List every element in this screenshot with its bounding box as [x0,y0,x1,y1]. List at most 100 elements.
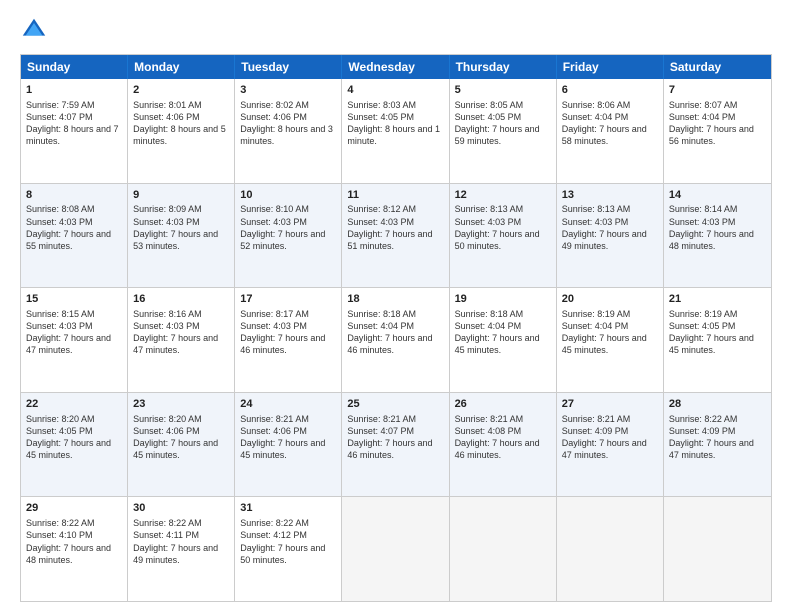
day-cell-14: 14Sunrise: 8:14 AMSunset: 4:03 PMDayligh… [664,184,771,288]
day-info: Daylight: 7 hours and 46 minutes. [455,437,551,461]
day-cell-30: 30Sunrise: 8:22 AMSunset: 4:11 PMDayligh… [128,497,235,601]
day-info: Daylight: 7 hours and 50 minutes. [240,542,336,566]
day-number: 7 [669,83,766,98]
day-info: Daylight: 7 hours and 48 minutes. [26,542,122,566]
day-cell-20: 20Sunrise: 8:19 AMSunset: 4:04 PMDayligh… [557,288,664,392]
day-number: 28 [669,397,766,412]
day-cell-5: 5Sunrise: 8:05 AMSunset: 4:05 PMDaylight… [450,79,557,183]
col-header-sunday: Sunday [21,55,128,79]
day-info: Sunrise: 8:19 AM [562,308,658,320]
day-info: Sunrise: 8:21 AM [240,413,336,425]
day-cell-22: 22Sunrise: 8:20 AMSunset: 4:05 PMDayligh… [21,393,128,497]
day-info: Sunset: 4:03 PM [133,216,229,228]
day-info: Sunrise: 8:16 AM [133,308,229,320]
day-info: Daylight: 7 hours and 45 minutes. [133,437,229,461]
day-info: Sunset: 4:04 PM [562,320,658,332]
logo-icon [20,16,48,44]
day-cell-21: 21Sunrise: 8:19 AMSunset: 4:05 PMDayligh… [664,288,771,392]
day-info: Daylight: 7 hours and 47 minutes. [26,332,122,356]
day-number: 17 [240,292,336,307]
day-info: Daylight: 7 hours and 47 minutes. [669,437,766,461]
day-info: Daylight: 8 hours and 1 minute. [347,123,443,147]
day-info: Sunset: 4:04 PM [669,111,766,123]
day-info: Sunset: 4:03 PM [26,216,122,228]
day-number: 23 [133,397,229,412]
col-header-saturday: Saturday [664,55,771,79]
day-info: Sunset: 4:03 PM [240,216,336,228]
day-number: 26 [455,397,551,412]
week-row-4: 29Sunrise: 8:22 AMSunset: 4:10 PMDayligh… [21,497,771,601]
empty-cell [450,497,557,601]
day-info: Sunset: 4:12 PM [240,529,336,541]
day-info: Daylight: 7 hours and 59 minutes. [455,123,551,147]
day-info: Sunrise: 8:14 AM [669,203,766,215]
day-info: Sunset: 4:05 PM [347,111,443,123]
day-cell-8: 8Sunrise: 8:08 AMSunset: 4:03 PMDaylight… [21,184,128,288]
day-info: Sunrise: 8:13 AM [562,203,658,215]
day-info: Daylight: 8 hours and 5 minutes. [133,123,229,147]
day-info: Daylight: 7 hours and 51 minutes. [347,228,443,252]
day-info: Sunset: 4:06 PM [133,425,229,437]
day-info: Daylight: 7 hours and 47 minutes. [133,332,229,356]
col-header-monday: Monday [128,55,235,79]
day-cell-26: 26Sunrise: 8:21 AMSunset: 4:08 PMDayligh… [450,393,557,497]
day-info: Sunset: 4:03 PM [347,216,443,228]
day-cell-10: 10Sunrise: 8:10 AMSunset: 4:03 PMDayligh… [235,184,342,288]
day-cell-29: 29Sunrise: 8:22 AMSunset: 4:10 PMDayligh… [21,497,128,601]
day-info: Sunrise: 8:10 AM [240,203,336,215]
day-number: 16 [133,292,229,307]
day-info: Daylight: 7 hours and 47 minutes. [562,437,658,461]
day-cell-6: 6Sunrise: 8:06 AMSunset: 4:04 PMDaylight… [557,79,664,183]
day-info: Sunrise: 8:13 AM [455,203,551,215]
day-number: 14 [669,188,766,203]
day-number: 9 [133,188,229,203]
day-info: Sunset: 4:04 PM [562,111,658,123]
day-cell-27: 27Sunrise: 8:21 AMSunset: 4:09 PMDayligh… [557,393,664,497]
day-info: Sunrise: 8:22 AM [26,517,122,529]
day-cell-24: 24Sunrise: 8:21 AMSunset: 4:06 PMDayligh… [235,393,342,497]
day-number: 21 [669,292,766,307]
day-info: Daylight: 7 hours and 45 minutes. [455,332,551,356]
day-info: Sunrise: 8:22 AM [133,517,229,529]
day-info: Daylight: 7 hours and 50 minutes. [455,228,551,252]
day-info: Sunset: 4:03 PM [562,216,658,228]
day-cell-4: 4Sunrise: 8:03 AMSunset: 4:05 PMDaylight… [342,79,449,183]
day-number: 20 [562,292,658,307]
calendar: SundayMondayTuesdayWednesdayThursdayFrid… [20,54,772,602]
day-info: Sunrise: 8:05 AM [455,99,551,111]
day-number: 8 [26,188,122,203]
day-number: 2 [133,83,229,98]
day-info: Sunrise: 8:03 AM [347,99,443,111]
col-header-wednesday: Wednesday [342,55,449,79]
day-info: Daylight: 7 hours and 52 minutes. [240,228,336,252]
day-info: Sunset: 4:03 PM [26,320,122,332]
calendar-body: 1Sunrise: 7:59 AMSunset: 4:07 PMDaylight… [21,79,771,601]
day-number: 13 [562,188,658,203]
day-info: Daylight: 7 hours and 46 minutes. [347,332,443,356]
day-number: 25 [347,397,443,412]
col-header-thursday: Thursday [450,55,557,79]
day-cell-9: 9Sunrise: 8:09 AMSunset: 4:03 PMDaylight… [128,184,235,288]
day-number: 1 [26,83,122,98]
day-info: Daylight: 8 hours and 3 minutes. [240,123,336,147]
day-info: Sunrise: 8:20 AM [133,413,229,425]
day-info: Sunset: 4:04 PM [455,320,551,332]
day-info: Daylight: 7 hours and 45 minutes. [669,332,766,356]
day-cell-16: 16Sunrise: 8:16 AMSunset: 4:03 PMDayligh… [128,288,235,392]
day-info: Daylight: 7 hours and 45 minutes. [240,437,336,461]
day-number: 5 [455,83,551,98]
day-info: Sunrise: 8:01 AM [133,99,229,111]
day-info: Sunrise: 8:06 AM [562,99,658,111]
day-info: Sunrise: 8:08 AM [26,203,122,215]
col-header-friday: Friday [557,55,664,79]
day-number: 29 [26,501,122,516]
day-info: Sunset: 4:05 PM [669,320,766,332]
day-number: 19 [455,292,551,307]
day-info: Daylight: 7 hours and 46 minutes. [240,332,336,356]
day-number: 30 [133,501,229,516]
day-cell-15: 15Sunrise: 8:15 AMSunset: 4:03 PMDayligh… [21,288,128,392]
day-info: Sunset: 4:03 PM [133,320,229,332]
week-row-3: 22Sunrise: 8:20 AMSunset: 4:05 PMDayligh… [21,393,771,498]
day-info: Sunrise: 8:18 AM [455,308,551,320]
day-info: Daylight: 7 hours and 46 minutes. [347,437,443,461]
